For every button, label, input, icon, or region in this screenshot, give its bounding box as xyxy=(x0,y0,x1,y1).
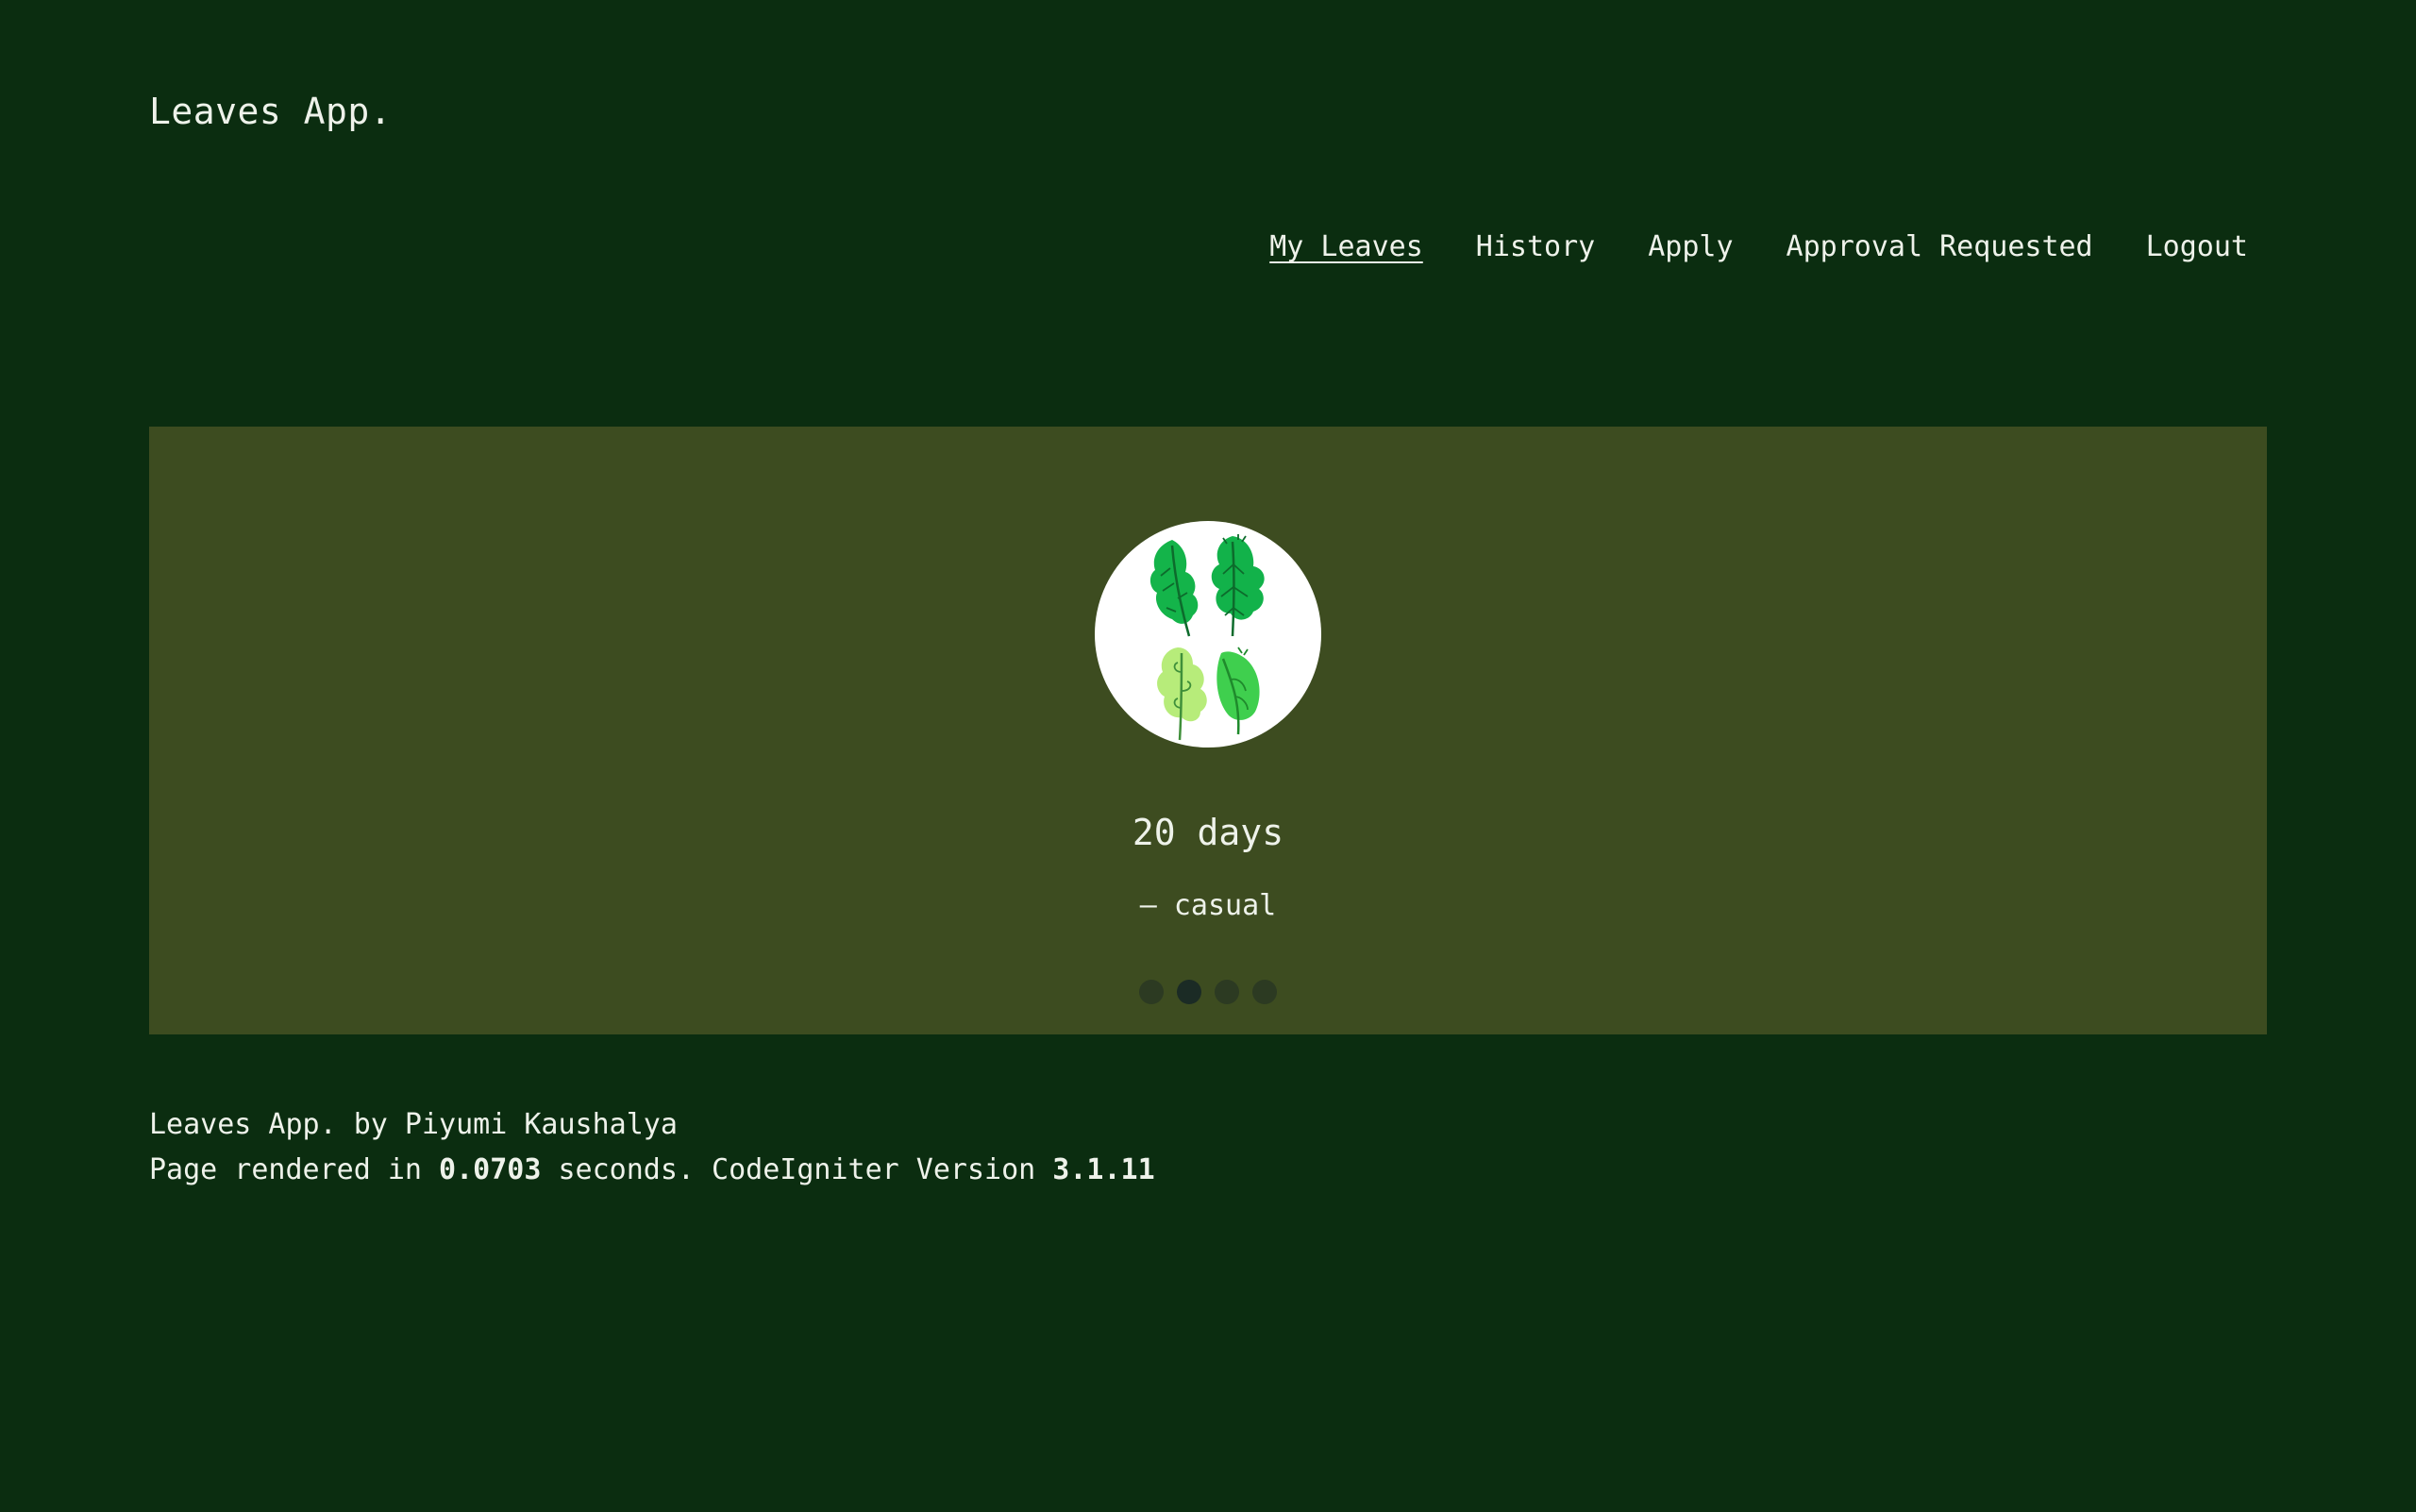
nav-item-my-leaves[interactable]: My Leaves xyxy=(1269,230,1423,263)
leave-days-count: 20 days xyxy=(1132,812,1284,853)
page: Leaves App. My Leaves History Apply Appr… xyxy=(0,0,2416,1512)
carousel-dot-2[interactable] xyxy=(1177,980,1201,1004)
nav-item-apply[interactable]: Apply xyxy=(1648,230,1733,263)
carousel-dot-3[interactable] xyxy=(1215,980,1239,1004)
leave-type-label: — casual xyxy=(1139,889,1277,922)
footer-render-info: Page rendered in 0.0703 seconds. CodeIgn… xyxy=(149,1148,1155,1193)
render-mid: seconds. CodeIgniter Version xyxy=(541,1153,1053,1186)
carousel-dot-4[interactable] xyxy=(1252,980,1277,1004)
render-prefix: Page rendered in xyxy=(149,1153,440,1186)
main-nav: My Leaves History Apply Approval Request… xyxy=(1269,230,2248,263)
carousel-dot-1[interactable] xyxy=(1139,980,1164,1004)
leave-carousel: 20 days — casual xyxy=(149,427,2267,1034)
app-brand-link[interactable]: Leaves App. xyxy=(149,91,392,132)
leaves-illustration-icon xyxy=(1095,521,1321,748)
nav-item-approval-requested[interactable]: Approval Requested xyxy=(1787,230,2093,263)
render-time: 0.0703 xyxy=(439,1153,542,1186)
carousel-indicators xyxy=(149,980,2267,1004)
nav-item-history[interactable]: History xyxy=(1476,230,1595,263)
page-footer: Leaves App. by Piyumi Kaushalya Page ren… xyxy=(149,1102,1155,1193)
framework-version: 3.1.11 xyxy=(1052,1153,1155,1186)
footer-credit: Leaves App. by Piyumi Kaushalya xyxy=(149,1108,678,1141)
nav-item-logout[interactable]: Logout xyxy=(2146,230,2248,263)
